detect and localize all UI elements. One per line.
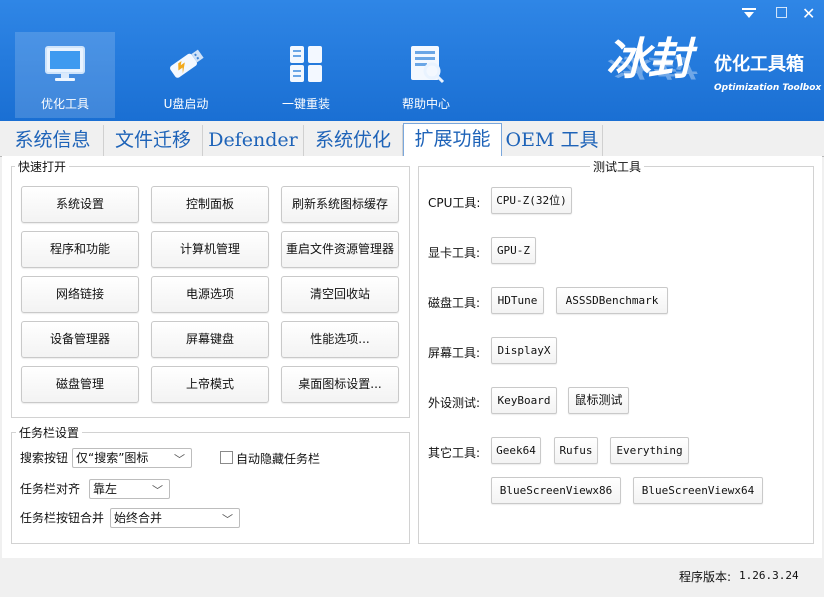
nav-label: 帮助中心 xyxy=(401,97,450,111)
device-manager-button[interactable]: 设备管理器 xyxy=(21,321,139,358)
disk-management-button[interactable]: 磁盘管理 xyxy=(21,366,139,403)
taskbar-combine-select[interactable]: 始终合并 ﹀ xyxy=(110,508,240,528)
chevron-down-icon: ﹀ xyxy=(174,453,185,466)
nav-optimize-tools[interactable]: 优化工具 xyxy=(15,32,115,118)
disk-tools-label: 磁盘工具: xyxy=(428,296,481,310)
version-label: 程序版本: xyxy=(679,570,732,584)
close-button[interactable]: ✕ xyxy=(802,4,815,23)
restart-explorer-button[interactable]: 重启文件资源管理器 xyxy=(281,231,399,268)
autohide-taskbar-checkbox[interactable] xyxy=(220,451,233,464)
peripheral-test-label: 外设测试: xyxy=(428,396,481,410)
brand-logo: 冰封 冰封 xyxy=(606,36,710,114)
geek64-button[interactable]: Geek64 xyxy=(491,437,541,464)
mouse-test-button[interactable]: 鼠标测试 xyxy=(568,387,629,414)
brand-logo-reflection: 冰封 xyxy=(606,53,690,82)
search-button-select[interactable]: 仅“搜索”图标 ﹀ xyxy=(72,448,192,468)
help-document-icon xyxy=(411,46,445,84)
bluescreenview-x86-button[interactable]: BlueScreenViewx86 xyxy=(491,477,621,504)
power-options-button[interactable]: 电源选项 xyxy=(151,276,269,313)
nav-label: 一键重装 xyxy=(281,97,330,111)
title-bar: □ ✕ 优化工具 U盘启动 一键重装 帮助中心 冰封 冰封 优化工具箱 Opti… xyxy=(0,0,824,121)
refresh-icon-cache-button[interactable]: 刷新系统图标缓存 xyxy=(281,186,399,223)
gpu-tools-label: 显卡工具: xyxy=(428,246,481,260)
monitor-icon xyxy=(45,46,85,81)
desktop-icon-settings-button[interactable]: 桌面图标设置... xyxy=(281,366,399,403)
hdtune-button[interactable]: HDTune xyxy=(491,287,544,314)
displayx-button[interactable]: DisplayX xyxy=(491,337,557,364)
bluescreenview-x64-button[interactable]: BlueScreenViewx64 xyxy=(633,477,763,504)
as-ssd-benchmark-button[interactable]: ASSSDBenchmark xyxy=(556,287,668,314)
programs-features-button[interactable]: 程序和功能 xyxy=(21,231,139,268)
computer-management-button[interactable]: 计算机管理 xyxy=(151,231,269,268)
keyboard-test-button[interactable]: KeyBoard xyxy=(491,387,557,414)
nav-one-click-reinstall[interactable]: 一键重装 xyxy=(256,32,356,118)
status-bar: 程序版本: 1.26.3.24 xyxy=(0,558,824,597)
tab-system-info[interactable]: 系统信息 xyxy=(2,125,104,157)
search-button-label: 搜索按钮 xyxy=(20,451,69,465)
performance-options-button[interactable]: 性能选项... xyxy=(281,321,399,358)
cpu-tools-label: CPU工具: xyxy=(428,196,481,210)
tab-extended-functions[interactable]: 扩展功能 xyxy=(403,123,502,158)
taskbar-settings-title: 任务栏设置 xyxy=(16,424,83,441)
minimize-icon[interactable] xyxy=(740,4,758,20)
tab-bar: 系统信息 文件迁移 Defender 系统优化 扩展功能 OEM 工具 xyxy=(0,121,824,158)
nav-label: U盘启动 xyxy=(163,97,209,111)
taskbar-combine-value: 始终合并 xyxy=(114,511,163,525)
nav-usb-boot[interactable]: U盘启动 xyxy=(136,32,236,118)
other-tools-label: 其它工具: xyxy=(428,446,481,460)
rufus-button[interactable]: Rufus xyxy=(554,437,598,464)
taskbar-align-label: 任务栏对齐 xyxy=(20,482,81,496)
usb-drive-icon xyxy=(170,49,204,78)
everything-button[interactable]: Everything xyxy=(610,437,689,464)
empty-recycle-bin-button[interactable]: 清空回收站 xyxy=(281,276,399,313)
god-mode-button[interactable]: 上帝模式 xyxy=(151,366,269,403)
restore-button[interactable]: □ xyxy=(775,4,788,20)
network-connections-button[interactable]: 网络链接 xyxy=(21,276,139,313)
chevron-down-icon: ﹀ xyxy=(222,513,233,526)
tab-system-optimize[interactable]: 系统优化 xyxy=(304,125,403,157)
autohide-taskbar-label: 自动隐藏任务栏 xyxy=(236,452,321,466)
chevron-down-icon: ﹀ xyxy=(152,484,163,497)
gpu-z-button[interactable]: GPU-Z xyxy=(491,237,536,264)
taskbar-align-select[interactable]: 靠左 ﹀ xyxy=(89,479,170,499)
search-button-value: 仅“搜索”图标 xyxy=(76,451,149,465)
brand-subtitle: Optimization Toolbox xyxy=(714,83,822,93)
tab-file-migration[interactable]: 文件迁移 xyxy=(104,125,203,157)
on-screen-keyboard-button[interactable]: 屏幕键盘 xyxy=(151,321,269,358)
tab-defender[interactable]: Defender xyxy=(203,125,304,157)
brand-name: 优化工具箱 xyxy=(714,54,804,75)
taskbar-align-value: 靠左 xyxy=(93,482,118,496)
tab-oem-tools[interactable]: OEM 工具 xyxy=(502,125,603,157)
control-panel-button[interactable]: 控制面板 xyxy=(151,186,269,223)
windows-logo-icon xyxy=(290,46,322,82)
cpu-z-button[interactable]: CPU-Z(32位) xyxy=(491,187,572,214)
quick-open-title: 快速打开 xyxy=(15,158,70,175)
taskbar-combine-label: 任务栏按钮合并 xyxy=(20,511,105,525)
nav-help-center[interactable]: 帮助中心 xyxy=(376,32,476,118)
version-value: 1.26.3.24 xyxy=(739,569,799,582)
test-tools-title: 测试工具 xyxy=(590,158,645,175)
system-settings-button[interactable]: 系统设置 xyxy=(21,186,139,223)
screen-tools-label: 屏幕工具: xyxy=(428,346,481,360)
nav-label: 优化工具 xyxy=(40,97,89,111)
